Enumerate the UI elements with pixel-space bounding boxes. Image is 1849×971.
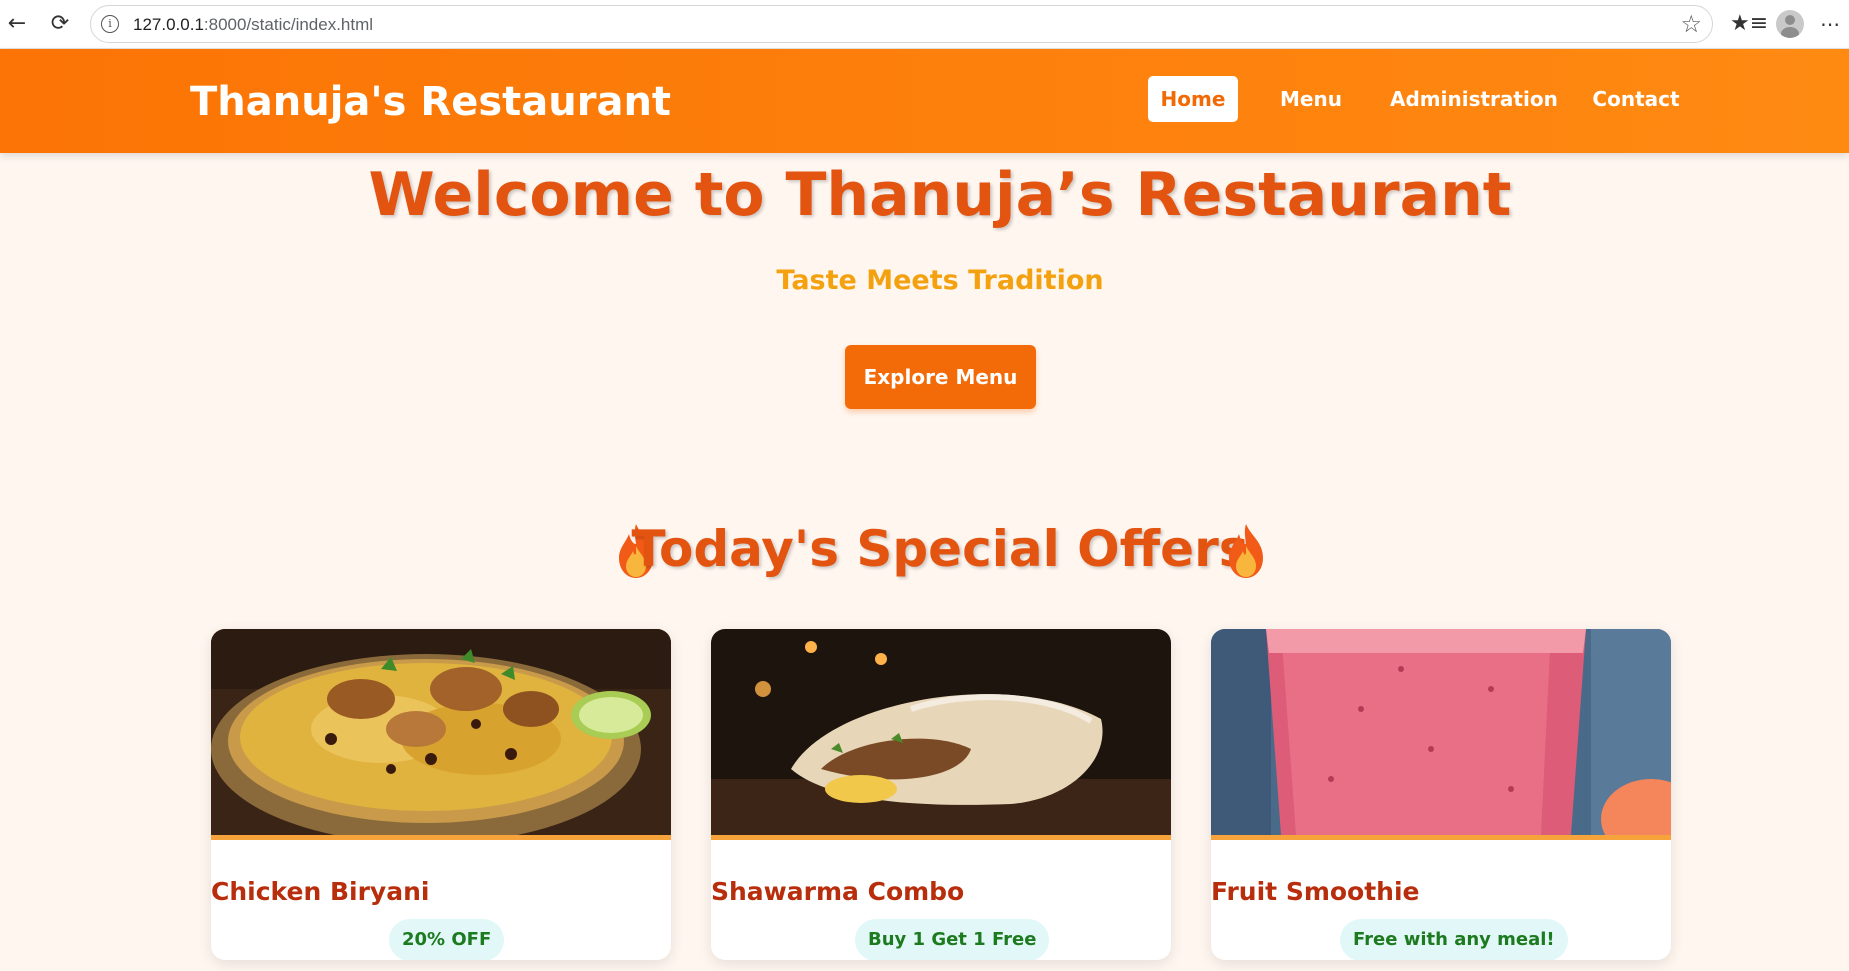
nav-administration[interactable]: Administration	[1390, 76, 1558, 122]
browser-toolbar: ← ⟳ i 127.0.0.1:8000/static/index.html ☆…	[0, 0, 1849, 49]
offer-card[interactable]: Shawarma Combo Buy 1 Get 1 Free	[711, 629, 1171, 960]
info-icon[interactable]: i	[101, 15, 119, 33]
offer-badge: 20% OFF	[389, 919, 505, 960]
offer-name: Shawarma Combo	[711, 877, 965, 906]
offer-card[interactable]: Chicken Biryani 20% OFF	[211, 629, 671, 960]
chicken-biryani-image	[211, 629, 671, 835]
offer-badge: Free with any meal!	[1340, 919, 1568, 960]
card-accent-bar	[711, 835, 1171, 840]
shawarma-image	[711, 629, 1171, 835]
explore-menu-button[interactable]: Explore Menu	[845, 345, 1036, 409]
card-accent-bar	[211, 835, 671, 840]
profile-icon[interactable]	[1776, 10, 1804, 38]
offer-name: Chicken Biryani	[211, 877, 430, 906]
more-icon[interactable]: ⋯	[1820, 9, 1841, 39]
star-icon[interactable]: ☆	[1680, 10, 1702, 38]
fruit-smoothie-image	[1211, 629, 1671, 835]
offer-card[interactable]: Fruit Smoothie Free with any meal!	[1211, 629, 1671, 960]
url-text[interactable]: 127.0.0.1:8000/static/index.html	[133, 15, 373, 35]
special-offers-title: Today's Special Offers	[631, 520, 1249, 578]
nav-home[interactable]: Home	[1148, 76, 1238, 122]
hero-title: Welcome to Thanuja’s Restaurant	[368, 160, 1512, 230]
back-icon[interactable]: ←	[2, 9, 32, 39]
card-accent-bar	[1211, 835, 1671, 840]
nav-contact[interactable]: Contact	[1590, 76, 1682, 122]
hero-subtitle: Taste Meets Tradition	[776, 265, 1104, 296]
address-bar[interactable]: i 127.0.0.1:8000/static/index.html ☆	[90, 5, 1713, 43]
brand-title[interactable]: Thanuja's Restaurant	[190, 79, 671, 125]
reload-icon[interactable]: ⟳	[45, 9, 75, 39]
offer-name: Fruit Smoothie	[1211, 877, 1420, 906]
fire-icon	[1229, 524, 1263, 578]
nav-menu[interactable]: Menu	[1270, 76, 1352, 122]
site-header: Thanuja's Restaurant Home Menu Administr…	[0, 49, 1849, 153]
favorites-icon[interactable]: ★≡	[1730, 9, 1768, 39]
offer-badge: Buy 1 Get 1 Free	[855, 919, 1050, 960]
